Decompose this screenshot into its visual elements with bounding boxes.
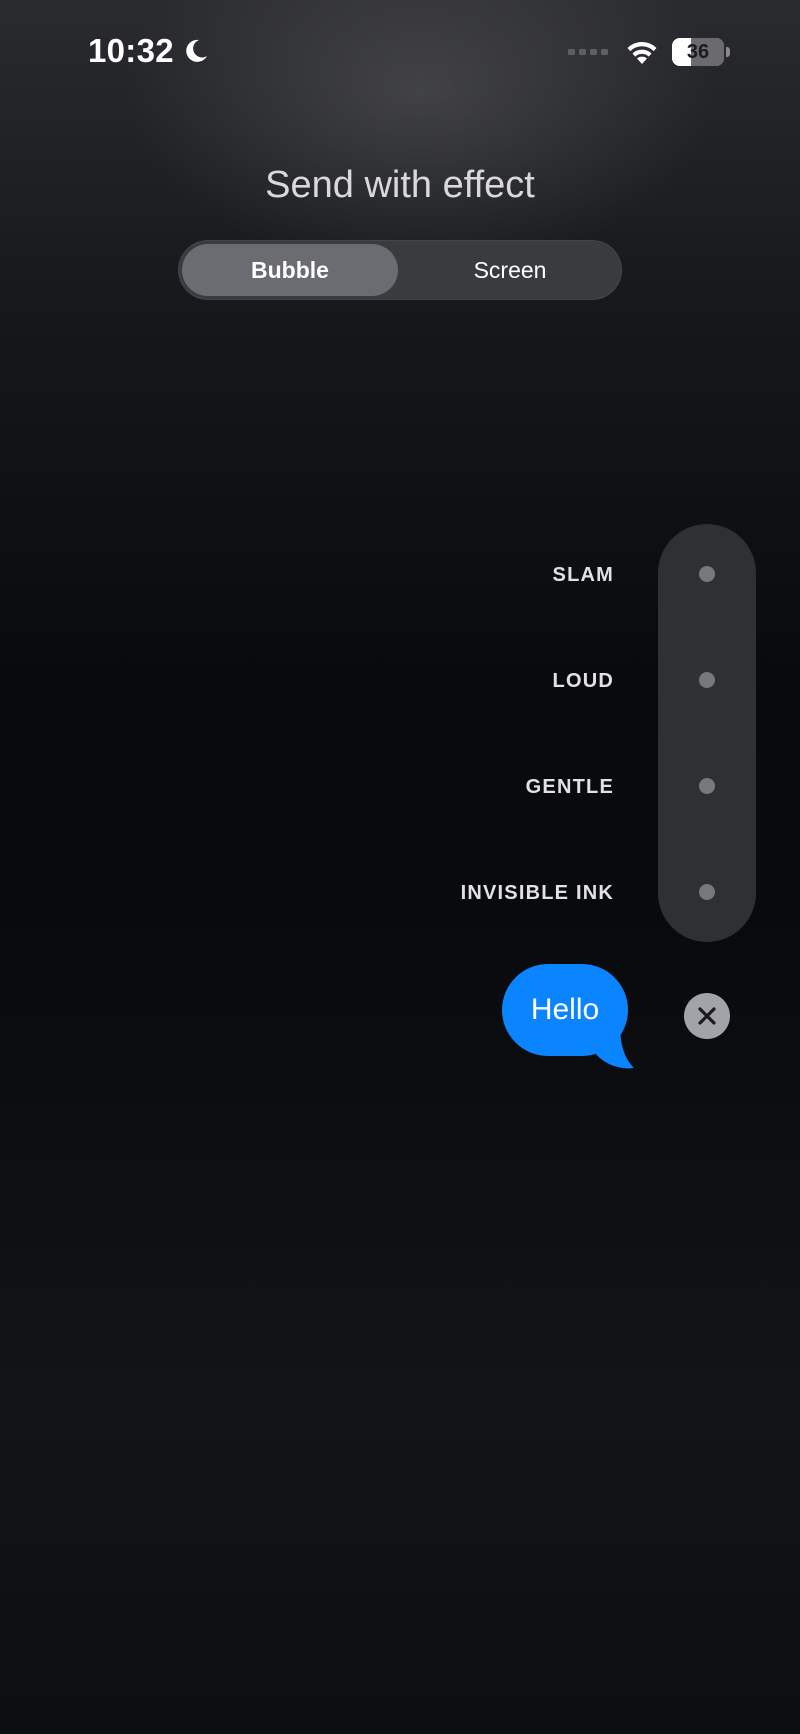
cellular-signal-icon [568, 49, 608, 55]
message-bubble-text: Hello [502, 964, 628, 1056]
effect-option-invisible-ink[interactable] [699, 884, 715, 900]
effect-type-segmented-control: Bubble Screen [178, 240, 622, 300]
battery-cap [726, 47, 730, 57]
effect-option-gentle[interactable] [699, 778, 715, 794]
message-bubble: Hello [502, 964, 634, 1074]
battery-percent: 36 [686, 40, 710, 63]
effect-option-loud[interactable] [699, 672, 715, 688]
effect-option-slam[interactable] [699, 566, 715, 582]
tab-bubble[interactable]: Bubble [182, 244, 398, 296]
time-group: 10:32 [88, 32, 210, 70]
status-bar: 10:32 36 [0, 0, 800, 110]
close-icon [698, 1007, 716, 1025]
tab-screen[interactable]: Screen [402, 244, 618, 296]
status-icons: 36 [568, 38, 730, 66]
moon-icon [186, 39, 207, 62]
status-time: 10:32 [88, 32, 174, 69]
send-with-effect-screen: 10:32 36 Send with effect Bubble Screen … [0, 0, 800, 1734]
effect-label-gentle[interactable]: GENTLE [526, 776, 614, 799]
page-title: Send with effect [265, 164, 535, 206]
wifi-icon [627, 41, 657, 64]
cancel-button[interactable] [684, 993, 730, 1039]
effect-label-loud[interactable]: LOUD [553, 670, 614, 693]
effect-label-invisible-ink[interactable]: INVISIBLE INK [461, 882, 614, 905]
effect-slider-track[interactable] [658, 524, 756, 942]
effect-label-slam[interactable]: SLAM [553, 564, 614, 587]
battery-icon: 36 [672, 38, 724, 66]
